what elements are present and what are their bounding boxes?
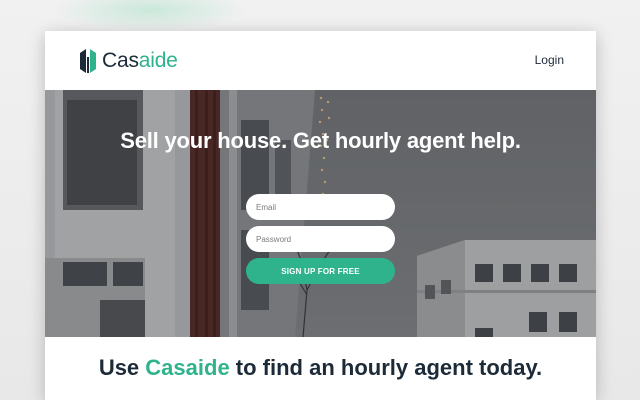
logo-text: Casaide <box>102 49 178 73</box>
tagline-suffix: to find an hourly agent today. <box>229 355 543 380</box>
tagline-brand: Casaide <box>145 355 230 380</box>
building-icon <box>80 49 96 73</box>
password-field[interactable] <box>246 226 395 252</box>
tagline: Use Casaide to find an hourly agent toda… <box>45 355 596 381</box>
tagline-prefix: Use <box>98 355 146 380</box>
logo[interactable]: Casaide <box>79 47 178 75</box>
hero-headline: Sell your house. Get hourly agent help. <box>120 128 521 153</box>
signup-button[interactable]: SIGN UP FOR FREE <box>246 258 395 284</box>
hero-section: Sell your house. Get hourly agent help. … <box>45 90 596 337</box>
top-navbar: Casaide Login <box>45 31 596 90</box>
login-link[interactable]: Login <box>535 53 564 67</box>
logo-text-part2: aide <box>138 49 178 72</box>
browser-window: Casaide Login Sell your house. Get hourl… <box>45 31 596 400</box>
email-field[interactable] <box>246 194 395 220</box>
logo-text-part1: Cas <box>102 49 139 72</box>
